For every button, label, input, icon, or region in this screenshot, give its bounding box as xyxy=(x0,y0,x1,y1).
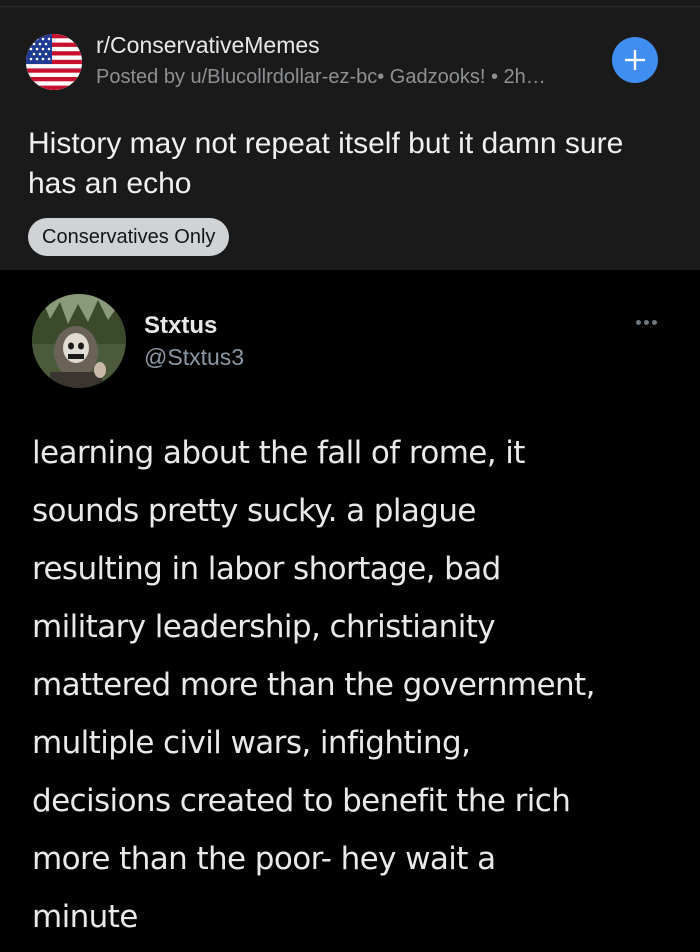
tweet-text-line: learning about the fall of rome, it xyxy=(32,435,525,471)
tweet-handle: @Stxtus3 xyxy=(144,344,245,370)
tweet-text-line: decisions created to benefit the rich xyxy=(32,783,571,819)
tweet-text-line: sounds pretty sucky. a plague xyxy=(32,493,476,529)
dot xyxy=(644,319,649,325)
reddit-post-header: r/ConservativeMemes Posted by u/Blucollr… xyxy=(0,0,700,270)
avatar xyxy=(32,294,126,388)
tweet-text-line: multiple civil wars, infighting, xyxy=(32,725,471,761)
tweet-text-line: military leadership, christianity xyxy=(32,609,496,645)
subreddit-name[interactable]: r/ConservativeMemes xyxy=(96,32,320,59)
dot xyxy=(636,319,641,325)
tweet-text: learning about the fall of rome, it soun… xyxy=(32,424,692,946)
post-flair[interactable]: Conservatives Only xyxy=(28,218,230,256)
tweet-display-name: Stxtus xyxy=(144,312,218,339)
tweet-text-line: resulting in labor shortage, bad xyxy=(32,551,501,587)
divider xyxy=(0,6,700,7)
tweet-text-line: mattered more than the government, xyxy=(32,667,595,703)
dot xyxy=(652,319,657,325)
ellipsis-icon[interactable] xyxy=(636,316,668,328)
join-button[interactable] xyxy=(612,37,658,83)
plus-icon xyxy=(625,50,645,70)
tweet-text-line: more than the poor- hey wait a xyxy=(32,841,496,877)
tweet-text-line: minute xyxy=(32,899,138,935)
post-title[interactable]: History may not repeat itself but it dam… xyxy=(28,124,668,204)
post-meta: Posted by u/Blucollrdollar-ez-bc• Gadzoo… xyxy=(96,66,546,88)
us-flag-icon[interactable] xyxy=(26,34,82,90)
tweet-image: Stxtus @Stxtus3 learning about the fall … xyxy=(0,270,700,952)
